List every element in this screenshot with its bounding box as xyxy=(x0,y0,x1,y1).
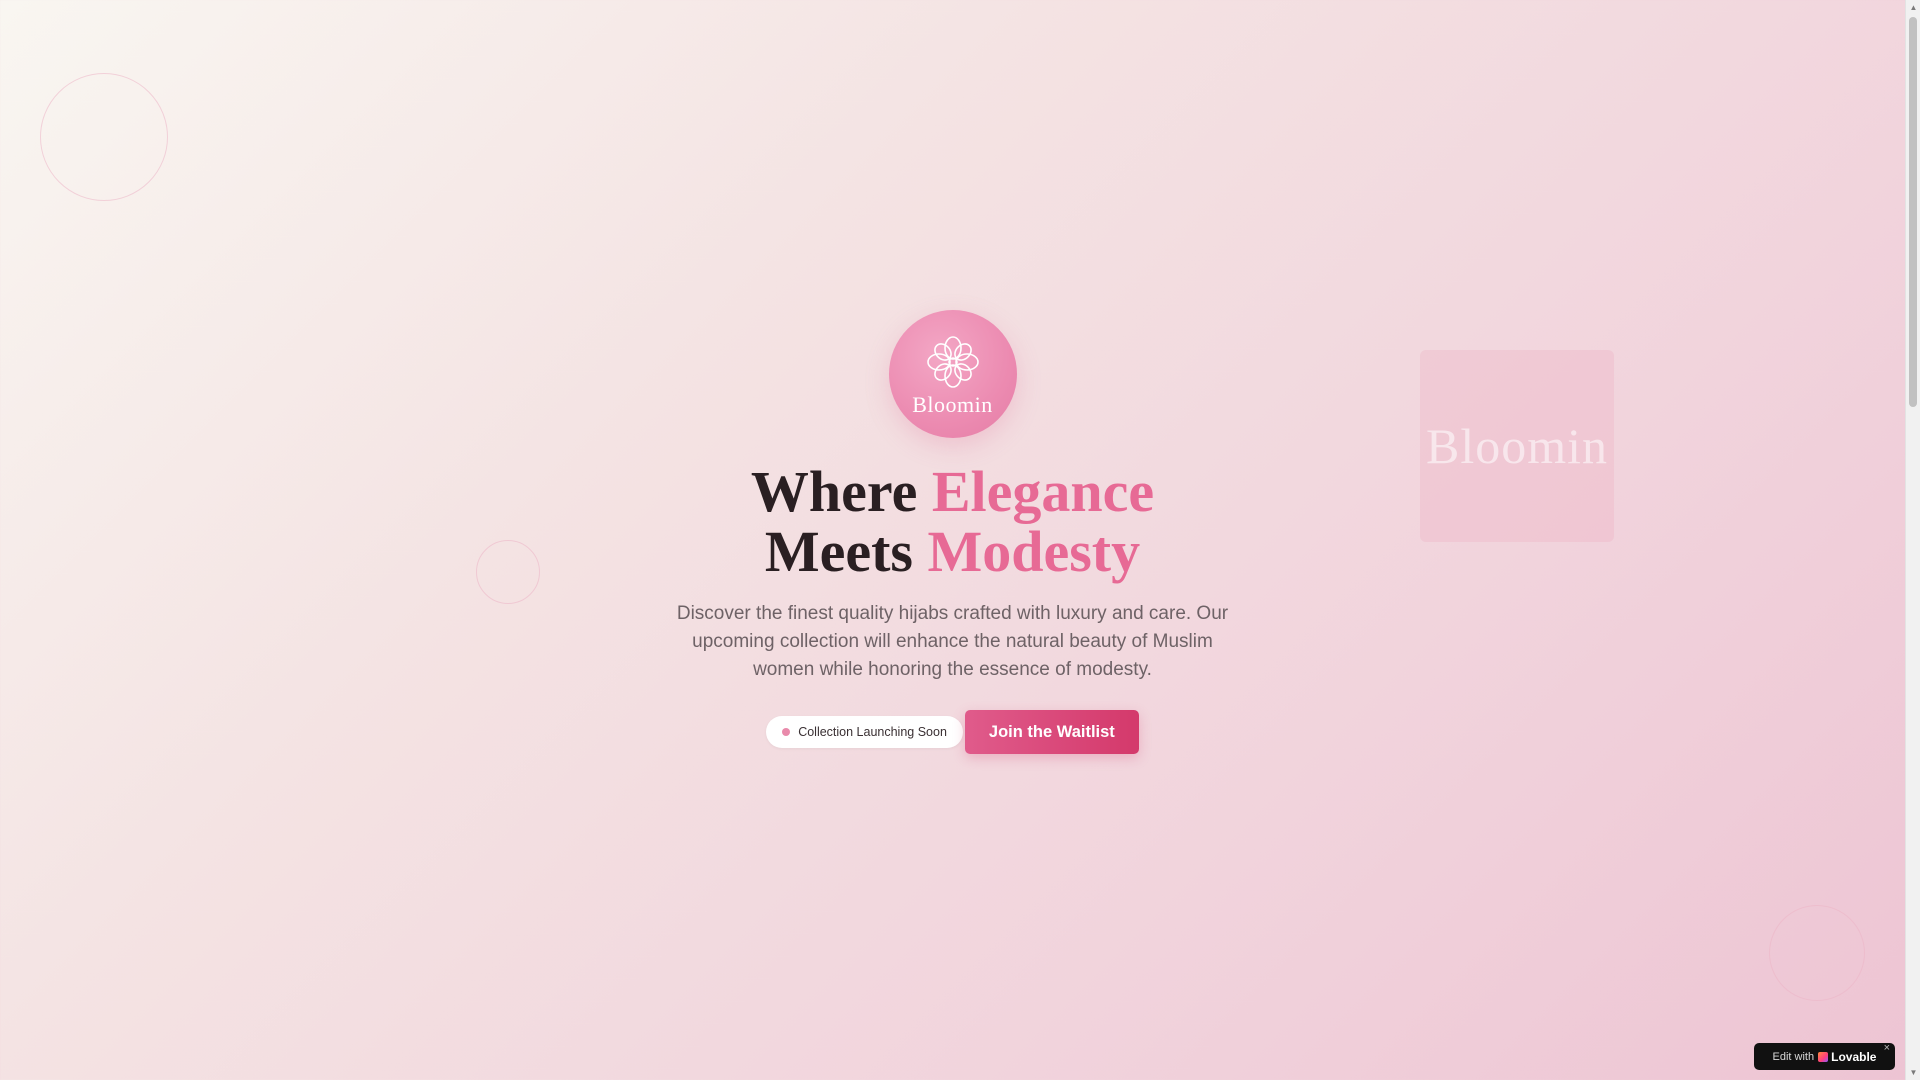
status-dot-icon xyxy=(782,728,791,736)
launch-status-badge: Collection Launching Soon xyxy=(766,716,963,748)
join-waitlist-button[interactable]: Join the Waitlist xyxy=(964,710,1139,754)
hero-subtitle: Discover the finest quality hijabs craft… xyxy=(676,603,1229,680)
headline-line-1: Where Elegance xyxy=(751,459,1154,524)
page: Bloomin Bloomin Where Elegance Meets Mod… xyxy=(0,0,1905,1080)
hero-headline: Where Elegance Meets Modesty xyxy=(751,462,1154,582)
headline-line-2: Meets Modesty xyxy=(765,519,1140,584)
headline-word: Meets xyxy=(764,519,928,584)
scroll-down-icon[interactable]: ▼ xyxy=(1906,1065,1920,1080)
edit-with-lovable-badge[interactable]: Edit with Lovable × xyxy=(1754,1042,1895,1070)
flower-icon xyxy=(926,336,979,388)
brand-logo: Bloomin xyxy=(888,310,1017,438)
decorative-circle xyxy=(1769,905,1865,1001)
headline-accent-word: Modesty xyxy=(927,519,1141,584)
cta-row: Collection Launching Soon Join the Waitl… xyxy=(766,710,1139,754)
scroll-up-icon[interactable]: ▲ xyxy=(1906,0,1920,15)
lovable-heart-icon xyxy=(1818,1051,1829,1062)
vertical-scrollbar[interactable]: ▲ ▼ xyxy=(1905,0,1920,1080)
hero-section: Bloomin Where Elegance Meets Modesty Dis… xyxy=(0,310,1905,754)
decorative-circle xyxy=(40,73,168,201)
logo-wordmark: Bloomin xyxy=(912,392,993,417)
badge-label: Collection Launching Soon xyxy=(798,725,947,739)
edit-badge-brand-label: Lovable xyxy=(1831,1049,1877,1064)
headline-word: Where xyxy=(750,459,932,524)
scrollbar-thumb[interactable] xyxy=(1909,17,1917,407)
edit-badge-brand: Lovable xyxy=(1818,1050,1876,1064)
headline-accent-word: Elegance xyxy=(931,459,1155,524)
close-icon[interactable]: × xyxy=(1884,1042,1890,1054)
edit-badge-prefix: Edit with xyxy=(1772,1050,1815,1063)
